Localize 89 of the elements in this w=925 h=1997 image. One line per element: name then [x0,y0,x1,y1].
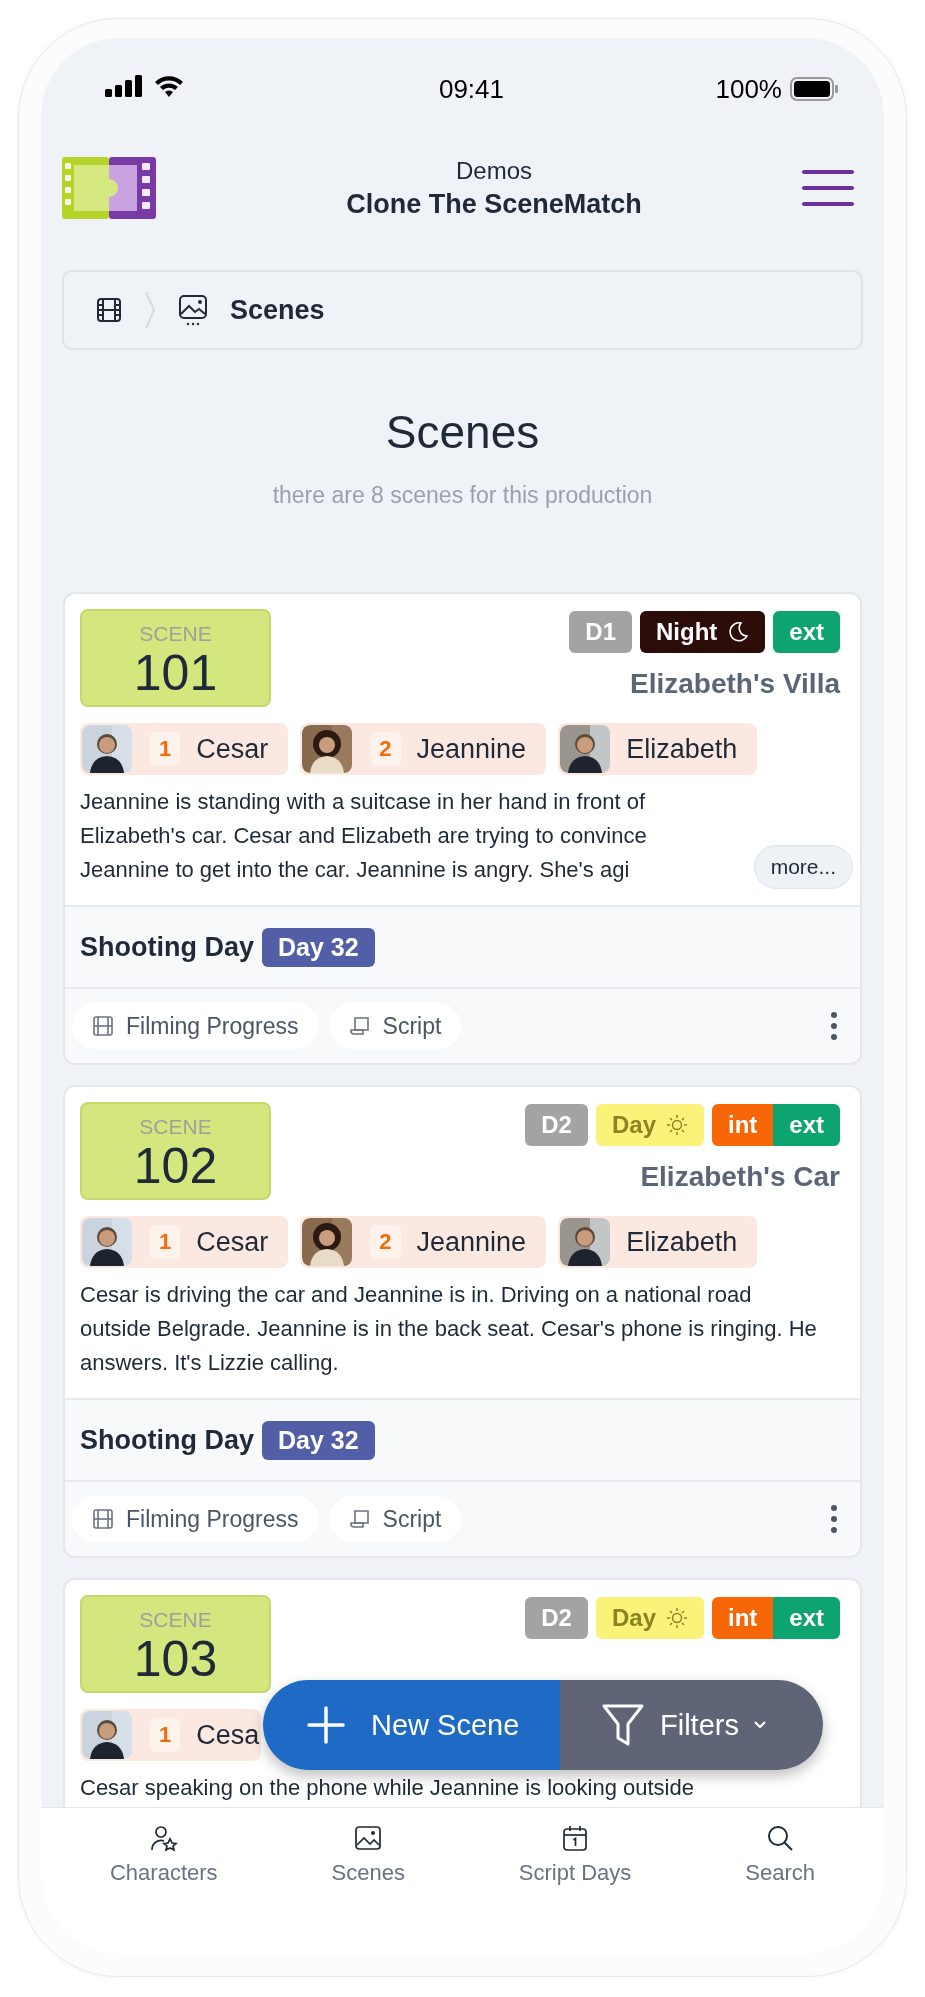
action-button[interactable]: Filming Progress [72,1003,319,1049]
scene-number: 102 [133,1138,218,1194]
shooting-day-label: Shooting Day [80,931,254,963]
character-chip[interactable]: 2 Jeannine [300,723,547,775]
battery-icon [790,77,838,101]
scroll-icon [348,1508,371,1530]
setting-tag: int [712,1597,774,1639]
nav-tab[interactable]: Script Days [512,1808,638,1934]
film-icon [92,1508,114,1530]
signal-icon [105,75,145,97]
script-day-tag: D1 [569,611,632,653]
time-of-day-label: Day [611,1111,656,1139]
film-strip-logo[interactable] [62,157,156,219]
scene-description: Cesar is driving the car and Jeannine is in. Driving on a national road outside Belgrade. Jeannine is in the back seat. Cesar's phone is ringing. He answers. It's Lizzie calling. [80,1281,818,1377]
day-badge: Day 32 [262,927,375,967]
more-options-icon[interactable] [830,1011,838,1041]
script-day-tag: D2 [525,1597,588,1639]
character-chip[interactable]: Elizabeth [558,723,758,775]
location-name: Elizabeth's Car [640,1160,840,1194]
sun-icon [666,1114,688,1136]
character-name: Elizabeth [626,1226,738,1258]
time-of-day-label: Night [656,618,718,646]
character-number: 1 [150,732,181,766]
more-button[interactable]: more... [753,845,853,889]
scene-number: 103 [133,1631,218,1687]
moon-icon [727,621,750,643]
scene-card[interactable] [63,592,862,1065]
script-day-tag: D2 [525,1104,588,1146]
nav-tab[interactable]: Characters [103,1808,224,1934]
time-of-day-label: Day [611,1604,656,1632]
app-title: Clone The SceneMatch [346,188,642,221]
setting-tag: int [712,1104,774,1146]
character-name: Jeannine [416,1226,527,1258]
more-options-icon[interactable] [830,1504,838,1534]
scene-description: Cesar speaking on the phone while Jeannine is looking outside [80,1774,694,1802]
battery-percent: 100% [715,74,782,104]
film-icon [92,1015,114,1037]
scene-description: Jeannine is standing with a suitcase in her hand in front of Elizabeth's car. Cesar and Elizabeth are trying to convince Jeannine to get into the car. Jeannine is angry. She's agi [80,788,648,884]
character-name: Elizabeth [626,733,738,765]
scene-label: SCENE [139,623,212,645]
character-name: Jeannine [416,733,527,765]
image-icon [178,294,208,326]
character-chip[interactable]: 1 Cesa [80,1709,262,1761]
action-button[interactable]: Script [328,1003,462,1049]
location-name: Elizabeth's Villa [630,667,840,701]
character-name: Cesar [196,733,269,765]
action-button[interactable]: Script [328,1496,462,1542]
character-number: 2 [370,732,401,766]
new-scene-button[interactable]: New Scene [263,1680,560,1770]
page-title: Scenes [384,405,541,460]
nav-tab[interactable]: Scenes [325,1808,411,1934]
menu-icon[interactable] [802,169,854,207]
status-time: 09:41 [438,74,505,104]
film-icon[interactable] [96,297,122,323]
shooting-day-label: Shooting Day [80,1424,254,1456]
character-chip[interactable]: 1 Cesar [80,723,289,775]
filters-button[interactable]: Filters [560,1680,823,1770]
character-chip[interactable]: Elizabeth [558,1216,758,1268]
character-name: Cesa [196,1719,260,1751]
scene-card[interactable] [63,1085,862,1558]
calendar-icon [561,1824,590,1852]
scroll-icon [348,1015,371,1037]
setting-tag: ext [773,1597,840,1639]
search-icon [766,1824,795,1852]
breadcrumb-current[interactable]: Scenes [230,294,325,326]
character-chip[interactable]: 1 Cesar [80,1216,289,1268]
plus-icon [307,1706,345,1744]
character-number: 2 [370,1225,401,1259]
app-subtitle: Demos [455,156,532,186]
wifi-icon [153,74,185,98]
chevron-icon [144,290,156,330]
sun-icon [666,1607,688,1629]
character-number: 1 [150,1225,181,1259]
setting-tag: ext [773,1104,840,1146]
filter-icon [600,1702,646,1748]
nav-tab[interactable]: Search [739,1808,821,1934]
character-chip[interactable]: 2 Jeannine [300,1216,547,1268]
action-button[interactable]: Filming Progress [72,1496,319,1542]
scene-number: 101 [133,645,218,701]
character-number: 1 [150,1718,181,1752]
setting-tag: ext [773,611,840,653]
day-badge: Day 32 [262,1420,375,1460]
character-name: Cesar [196,1226,269,1258]
scene-label: SCENE [139,1116,212,1138]
person-star-icon [149,1824,178,1852]
image-icon [354,1824,383,1852]
caret-icon [752,1720,767,1730]
scene-label: SCENE [139,1609,212,1631]
page-subtitle: there are 8 scenes for this production [271,481,654,510]
